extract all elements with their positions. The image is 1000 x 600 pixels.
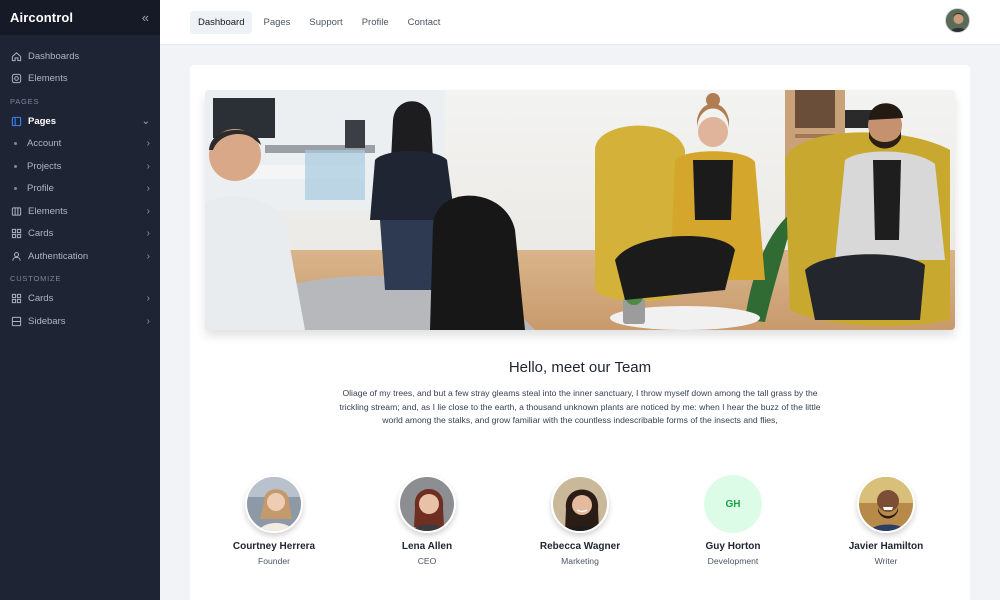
sidebar-item-cards[interactable]: Cards › (0, 223, 160, 246)
brand-logo[interactable]: Aircontrol (10, 10, 73, 25)
bullet-icon (14, 164, 17, 168)
sidebar-item-label: Authentication (28, 250, 89, 262)
sidebar-item-sidebars[interactable]: Sidebars › (0, 310, 160, 333)
chevron-right-icon: › (146, 228, 150, 240)
sidebar-item-label: Cards (28, 293, 54, 305)
member-role: Writer (874, 556, 898, 566)
sidebar-item-elements-2[interactable]: Elements › (0, 200, 160, 223)
section-label-customize: CUSTOMIZE (10, 274, 62, 283)
sidebar-subitem-account[interactable]: Account › (0, 133, 160, 156)
section-label-pages: PAGES (10, 96, 40, 106)
tab-contact[interactable]: Contact (400, 11, 449, 34)
avatar-initials: GH (704, 475, 762, 533)
sidebar-subitem-projects[interactable]: Projects › (0, 155, 160, 178)
avatar (551, 475, 609, 533)
avatar (245, 475, 303, 533)
collapse-sidebar-icon[interactable]: « (142, 10, 149, 25)
team-hero-image (205, 90, 955, 330)
sidebar-item-label: Dashboards (28, 50, 80, 62)
chevron-right-icon: › (146, 205, 150, 217)
bullet-icon (14, 142, 17, 146)
member-name: Guy Horton (705, 541, 761, 552)
tab-profile[interactable]: Profile (354, 11, 397, 34)
layout-icon (10, 115, 22, 127)
avatar (398, 475, 456, 533)
sidebar-item-label: Cards (28, 228, 54, 240)
team-member-card[interactable]: Lena Allen CEO (357, 475, 497, 566)
chevron-right-icon: › (146, 138, 150, 150)
sidebar-item-cards-2[interactable]: Cards › (0, 288, 160, 311)
team-member-card[interactable]: Courtney Herrera Founder (204, 475, 344, 566)
member-role: Founder (257, 556, 290, 566)
member-role: CEO (417, 556, 437, 566)
chevron-right-icon: › (146, 315, 150, 327)
team-card: Hello, meet our Team Oliage of my trees,… (190, 65, 970, 600)
sidebar-item-label: Elements (28, 205, 68, 217)
tab-dashboard[interactable]: Dashboard (190, 10, 253, 34)
bullet-icon (14, 187, 17, 191)
sidebar-item-label: Sidebars (28, 315, 66, 327)
grid-icon (10, 293, 22, 305)
tab-pages[interactable]: Pages (255, 11, 298, 34)
brand-header: Aircontrol « (0, 0, 160, 35)
tab-support[interactable]: Support (301, 11, 350, 34)
sidebar-nav: Dashboards Elements PAGES Pages ⌄ Accoun… (0, 35, 160, 333)
top-navbar: Dashboard Pages Support Profile Contact (160, 0, 1000, 45)
sidebar-item-label: Elements (28, 73, 68, 85)
chevron-right-icon: › (146, 293, 150, 305)
member-role: Marketing (561, 556, 599, 566)
team-description: Oliage of my trees, and but a few stray … (339, 388, 821, 425)
sidebar-item-label: Profile (27, 183, 54, 195)
team-member-card[interactable]: Rebecca Wagner Marketing (510, 475, 650, 566)
sidebar-item-dashboards[interactable]: Dashboards (0, 45, 160, 68)
chevron-right-icon: › (146, 250, 150, 262)
member-name: Courtney Herrera (232, 541, 316, 552)
team-member-card[interactable]: Javier Hamilton Writer (816, 475, 956, 566)
member-name: Javier Hamilton (848, 541, 924, 552)
grid-icon (10, 228, 22, 240)
sidebar-item-label: Projects (27, 160, 62, 172)
user-icon (10, 250, 22, 262)
sidebar-icon (10, 315, 22, 327)
avatar (857, 475, 915, 533)
sidebar-item-label: Account (27, 138, 62, 150)
team-title: Hello, meet our Team (508, 359, 652, 376)
team-member-card[interactable]: GH Guy Horton Development (663, 475, 803, 566)
settings-icon (10, 73, 22, 85)
member-name: Rebecca Wagner (539, 541, 621, 552)
chevron-right-icon: › (146, 160, 150, 172)
chevron-right-icon: › (146, 183, 150, 195)
member-name: Lena Allen (401, 541, 453, 552)
home-icon (10, 50, 22, 62)
sidebar: Aircontrol « Dashboards Elements PAGES P… (0, 0, 160, 600)
user-avatar[interactable] (945, 8, 970, 33)
sidebar-item-elements[interactable]: Elements (0, 68, 160, 91)
sidebar-subitem-profile[interactable]: Profile › (0, 178, 160, 201)
sidebar-item-pages[interactable]: Pages ⌄ (0, 110, 160, 133)
sidebar-item-label: Pages (28, 115, 56, 127)
sidebar-item-authentication[interactable]: Authentication › (0, 245, 160, 268)
member-role: Development (707, 556, 759, 566)
columns-icon (10, 205, 22, 217)
chevron-down-icon: ⌄ (141, 115, 150, 127)
